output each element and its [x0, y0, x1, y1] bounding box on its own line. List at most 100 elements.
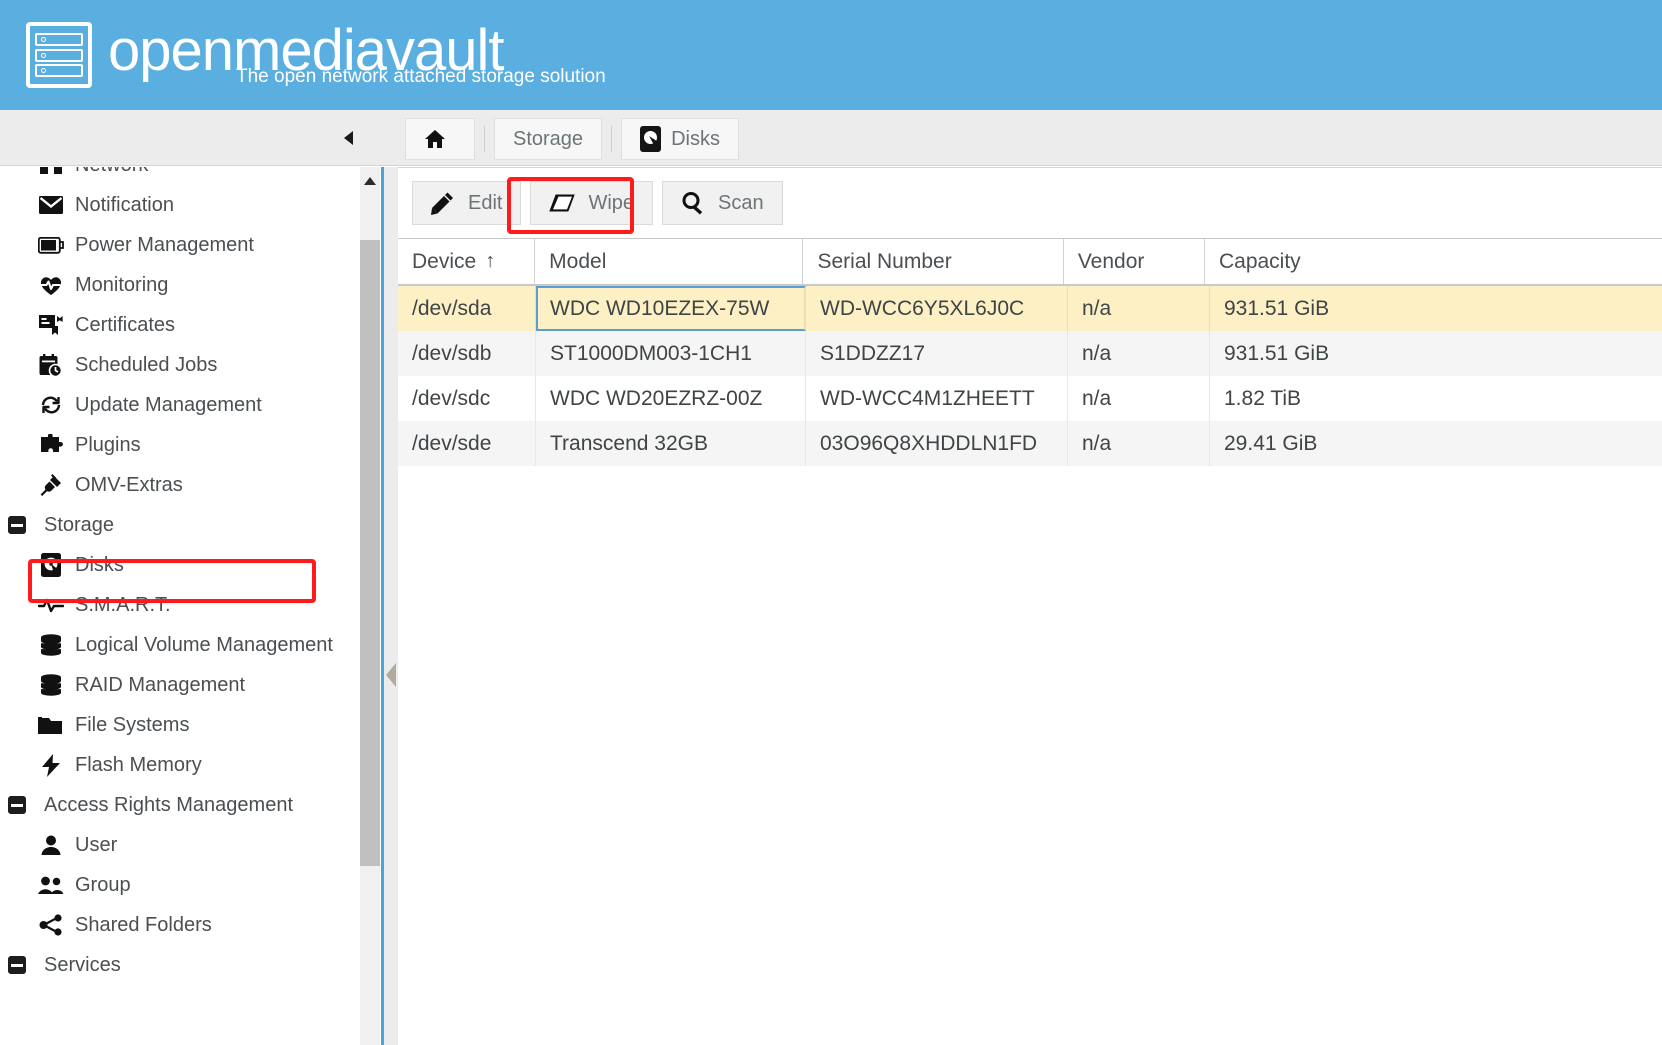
breadcrumb-disks-label: Disks	[671, 127, 720, 150]
cell-capacity: 931.51 GiB	[1224, 341, 1330, 365]
breadcrumb-storage[interactable]: Storage	[494, 118, 603, 160]
breadcrumb-disks[interactable]: Disks	[621, 118, 739, 160]
plug-icon	[36, 473, 66, 497]
sidebar-item-label: Network	[75, 167, 148, 177]
sidebar-group-access-rights-management[interactable]: Access Rights Management	[0, 785, 362, 825]
column-header-device[interactable]: Device ↑	[398, 239, 536, 284]
app-banner: openmediavault The open network attached…	[0, 0, 1662, 110]
cell-serial-number: S1DDZZ17	[806, 331, 1068, 376]
disks-table: Device ↑ Model Serial Number Vendor Capa…	[398, 238, 1662, 466]
sidebar-item-label: Disks	[75, 553, 124, 576]
column-header-serial-number[interactable]: Serial Number	[803, 239, 1064, 284]
sidebar-item-disks[interactable]: Disks	[0, 545, 362, 585]
cell-capacity: 1.82 TiB	[1224, 386, 1302, 410]
scan-button-label: Scan	[718, 191, 764, 214]
cell-model: WDC WD10EZEX-75W	[536, 286, 806, 331]
calendar-clock-icon	[36, 353, 66, 377]
sidebar-item-omv-extras[interactable]: OMV-Extras	[0, 465, 362, 505]
minus-square-icon[interactable]	[8, 956, 26, 974]
sidebar-item-file-systems[interactable]: File Systems	[0, 705, 362, 745]
nas-server-icon	[26, 22, 92, 88]
cell-device: /dev/sda	[398, 286, 536, 331]
table-row[interactable]: /dev/sde Transcend 32GB 03O96Q8XHDDLN1FD…	[398, 421, 1662, 466]
collapse-left-icon[interactable]	[340, 128, 360, 148]
sidebar-item-user[interactable]: User	[0, 825, 362, 865]
column-header-label: Model	[549, 249, 607, 273]
sidebar-item-power-management[interactable]: Power Management	[0, 225, 362, 265]
certificate-icon	[36, 313, 66, 337]
disks-toolbar: Edit Wipe Scan	[398, 168, 1662, 238]
column-header-vendor[interactable]: Vendor	[1064, 239, 1205, 284]
sidebar-scrollbar-thumb[interactable]	[360, 240, 380, 866]
sidebar-item-certificates[interactable]: Certificates	[0, 305, 362, 345]
breadcrumb-bar: Storage Disks	[0, 110, 1662, 166]
sidebar-item-label: Notification	[75, 193, 174, 216]
sidebar-item-label: Plugins	[75, 433, 141, 456]
brand-logo: openmediavault The open network attached…	[26, 22, 606, 88]
cell-model: ST1000DM003-1CH1	[536, 331, 806, 376]
sidebar-item-scheduled-jobs[interactable]: Scheduled Jobs	[0, 345, 362, 385]
breadcrumb-home[interactable]	[405, 118, 475, 160]
sidebar-group-label: Services	[44, 953, 121, 976]
database-stack-icon	[36, 673, 66, 697]
cell-capacity: 931.51 GiB	[1224, 296, 1330, 320]
table-row[interactable]: /dev/sdb ST1000DM003-1CH1 S1DDZZ17 n/a 9…	[398, 331, 1662, 376]
sidebar-item-shared-folders[interactable]: Shared Folders	[0, 905, 362, 945]
sidebar-item-group[interactable]: Group	[0, 865, 362, 905]
cell-capacity: 29.41 GiB	[1224, 431, 1318, 455]
sidebar-item-label: User	[75, 833, 118, 856]
cell-vendor: n/a	[1068, 376, 1210, 421]
sidebar-group-storage[interactable]: Storage	[0, 505, 362, 545]
bolt-icon	[36, 753, 66, 777]
table-row[interactable]: /dev/sdc WDC WD20EZRZ-00Z WD-WCC4M1ZHEET…	[398, 376, 1662, 421]
database-stack-icon	[36, 633, 66, 657]
sidebar-item-smart[interactable]: S.M.A.R.T.	[0, 585, 362, 625]
breadcrumb-separator	[611, 126, 613, 152]
sidebar-item-raid-management[interactable]: RAID Management	[0, 665, 362, 705]
pencil-icon	[431, 191, 455, 215]
sidebar-item-label: Shared Folders	[75, 913, 212, 936]
sidebar-item-label: Update Management	[75, 393, 262, 416]
column-header-capacity[interactable]: Capacity	[1205, 239, 1662, 284]
sidebar-item-label: Certificates	[75, 313, 176, 336]
sidebar-item-notification[interactable]: Notification	[0, 185, 362, 225]
puzzle-piece-icon	[36, 433, 66, 457]
breadcrumb: Storage Disks	[405, 118, 739, 160]
sidebar-item-label: OMV-Extras	[75, 473, 183, 496]
folders-icon	[36, 713, 66, 737]
minus-square-icon[interactable]	[8, 516, 26, 534]
sidebar-item-update-management[interactable]: Update Management	[0, 385, 362, 425]
cell-model: Transcend 32GB	[536, 421, 806, 466]
edit-button[interactable]: Edit	[412, 181, 522, 225]
column-header-model[interactable]: Model	[535, 239, 804, 284]
caret-up-icon[interactable]	[364, 177, 376, 185]
sidebar-item-flash-memory[interactable]: Flash Memory	[0, 745, 362, 785]
sidebar-item-plugins[interactable]: Plugins	[0, 425, 362, 465]
breadcrumb-storage-label: Storage	[513, 127, 584, 150]
cell-model: WDC WD20EZRZ-00Z	[536, 376, 806, 421]
cell-vendor: n/a	[1068, 421, 1210, 466]
disks-content-panel: Edit Wipe Scan Device ↑ Model Serial Num…	[398, 167, 1662, 1045]
scan-button[interactable]: Scan	[662, 181, 783, 225]
table-row[interactable]: /dev/sda WDC WD10EZEX-75W WD-WCC6Y5XL6J0…	[398, 286, 1662, 331]
hard-disk-icon	[36, 553, 66, 577]
heart-pulse-icon	[36, 273, 66, 297]
sidebar-item-label: Group	[75, 873, 131, 896]
panel-splitter[interactable]	[384, 167, 398, 1045]
sidebar-nav: Network Notification Power Management Mo…	[0, 167, 362, 1045]
table-header-row: Device ↑ Model Serial Number Vendor Capa…	[398, 238, 1662, 286]
users-icon	[36, 873, 66, 897]
envelope-icon	[36, 193, 66, 217]
column-header-label: Serial Number	[817, 249, 952, 273]
sidebar-item-network[interactable]: Network	[0, 167, 362, 185]
wipe-button[interactable]: Wipe	[530, 181, 654, 225]
cell-vendor: n/a	[1068, 286, 1210, 331]
wipe-button-label: Wipe	[588, 191, 635, 214]
sidebar-group-services[interactable]: Services	[0, 945, 362, 985]
minus-square-icon[interactable]	[8, 796, 26, 814]
sidebar-scrollbar[interactable]	[360, 167, 380, 1045]
collapse-panel-icon[interactable]	[386, 663, 396, 687]
sidebar-item-monitoring[interactable]: Monitoring	[0, 265, 362, 305]
cell-serial-number: 03O96Q8XHDDLN1FD	[806, 421, 1068, 466]
sidebar-item-logical-volume-management[interactable]: Logical Volume Management	[0, 625, 362, 665]
